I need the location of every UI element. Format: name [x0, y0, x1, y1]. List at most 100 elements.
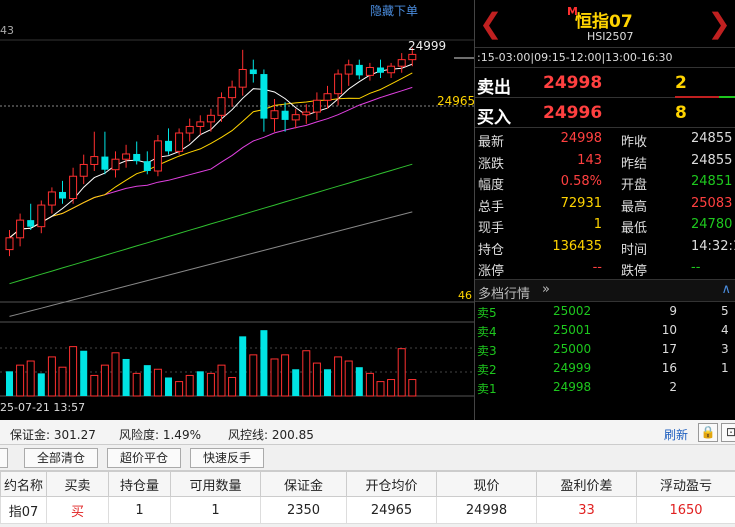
- bid-label: 买入: [477, 108, 511, 128]
- candle-body-up: [408, 53, 417, 61]
- stat-row: 幅度 0.58% 开盘 24851: [475, 171, 735, 193]
- contract-name: 恒指07: [575, 12, 633, 32]
- contract-code: HSI2507: [587, 30, 634, 43]
- depth-header[interactable]: 多档行情 » ∧: [475, 279, 735, 302]
- stat-label: 现手: [478, 221, 505, 236]
- volume-bar-down: [260, 330, 268, 396]
- volume-bar-down: [165, 377, 172, 396]
- stat-value: 24851: [691, 174, 733, 189]
- hide-order-link[interactable]: 隐藏下单: [370, 2, 418, 19]
- over-price-close-button[interactable]: 超价平仓: [107, 448, 181, 468]
- stat-label: 跌停: [621, 264, 648, 279]
- candle-body-up: [185, 125, 194, 134]
- candle-body-up: [111, 158, 120, 171]
- last-price-label: 24965: [437, 94, 474, 108]
- volume-bar-up: [153, 368, 162, 397]
- column-header[interactable]: 买卖: [46, 471, 109, 497]
- stat-row: 现手 1 最低 24780: [475, 214, 735, 236]
- high-price-label: 24999: [408, 39, 447, 53]
- column-header[interactable]: 盈利价差: [536, 471, 637, 497]
- control-line-value: 风控线: 200.85: [228, 428, 314, 442]
- depth-price: 25000: [553, 341, 592, 356]
- kline-chart[interactable]: 隐藏下单 43 24999 24965 46 25-07-21 13:57: [0, 0, 474, 420]
- stat-value: --: [691, 260, 701, 275]
- column-header[interactable]: 开仓均价: [346, 471, 437, 497]
- stat-value: 0.58%: [560, 174, 602, 189]
- column-header[interactable]: 浮动盈亏: [636, 471, 735, 497]
- stat-row: 涨跌 143 昨结 24855: [475, 150, 735, 172]
- collapse-depth-icon[interactable]: ∧: [721, 282, 731, 297]
- candle-body-up: [16, 219, 25, 239]
- volume-bar-up: [397, 348, 406, 397]
- lock-icon[interactable]: 🔒: [698, 423, 718, 442]
- depth-price: 24999: [553, 360, 592, 375]
- volume-bar-up: [111, 352, 120, 397]
- candle-body-down: [165, 140, 172, 152]
- candle-body-down: [27, 220, 35, 227]
- depth-row[interactable]: 卖3 25000 17 3: [475, 340, 735, 359]
- volume-bar-up: [228, 376, 237, 397]
- contract-header: ❮ M 恒指07 HSI2507 ❯: [475, 0, 735, 48]
- position-row[interactable]: 指07 买 1 1 2350 24965 24998 33 1650: [0, 496, 735, 524]
- quote-panel: ❮ M 恒指07 HSI2507 ❯ :15-03:00|09:15-12:00…: [474, 0, 735, 420]
- candle-body-up: [5, 237, 14, 251]
- column-header[interactable]: 可用数量: [170, 471, 261, 497]
- stat-row: 总手 72931 最高 25083: [475, 193, 735, 215]
- position-cell: 24998: [436, 496, 537, 524]
- positions-table: 约名称 买卖 持仓量 可用数量 保证金 开仓均价 现价 盈利价差 浮动盈亏 指07 买 1 1 2350…: [0, 471, 735, 524]
- stat-label: 持仓: [478, 242, 505, 258]
- volume-bar-up: [312, 362, 321, 397]
- expand-depth-icon[interactable]: »: [542, 282, 550, 297]
- volume-bar-up: [206, 372, 215, 397]
- refresh-link[interactable]: 刷新: [664, 426, 688, 443]
- depth-row[interactable]: 卖4 25001 10 4: [475, 321, 735, 340]
- volume-bar-up: [249, 354, 258, 397]
- candle-body-up: [69, 175, 78, 200]
- volume-bar-up: [281, 354, 290, 397]
- ask-quote-row[interactable]: 卖出 24998 2: [475, 68, 735, 98]
- prev-contract-arrow-icon[interactable]: ❮: [479, 10, 502, 38]
- window-toggle-icon[interactable]: ⊡: [721, 423, 735, 442]
- stat-value: 24998: [560, 131, 602, 146]
- depth-row[interactable]: 卖5 25002 9 5: [475, 302, 735, 321]
- margin-value: 保证金: 301.27: [10, 428, 96, 442]
- column-header[interactable]: 约名称: [0, 471, 47, 497]
- account-bar: 保证金: 301.27 风险度: 1.49% 风控线: 200.85 刷新 🔒 …: [0, 420, 735, 445]
- volume-bar-up: [365, 372, 374, 397]
- close-all-button[interactable]: 全部清仓: [24, 448, 98, 468]
- position-cell: 1650: [636, 496, 735, 524]
- candle-body-down: [281, 110, 289, 120]
- candle-body-up: [228, 86, 237, 99]
- depth-level-label: 卖1: [477, 381, 497, 396]
- next-contract-arrow-icon[interactable]: ❯: [708, 10, 731, 38]
- volume-bar-down: [239, 336, 247, 396]
- volume-bar-up: [69, 346, 78, 397]
- candle-body-up: [334, 73, 343, 95]
- stat-value: 14:32:14: [691, 238, 735, 254]
- positions-body: 指07 买 1 1 2350 24965 24998 33 1650: [0, 496, 735, 524]
- column-header[interactable]: 保证金: [260, 471, 347, 497]
- depth-row[interactable]: 卖2 24999 16 1: [475, 359, 735, 378]
- quick-reverse-button[interactable]: 快速反手: [190, 448, 264, 468]
- ma-yellow-line: [9, 72, 413, 239]
- position-cell: 买: [46, 496, 109, 524]
- volume-bar-down: [355, 367, 363, 396]
- depth-count: 3: [721, 341, 729, 356]
- positions-header-row: 约名称 买卖 持仓量 可用数量 保证金 开仓均价 现价 盈利价差 浮动盈亏: [0, 471, 735, 497]
- depth-quantity: 2: [669, 379, 677, 394]
- volume-bar-up: [185, 374, 194, 397]
- candle-body-up: [122, 153, 131, 160]
- trading-window: 隐藏下单 43 24999 24965 46 25-07-21 13:57 ❮ …: [0, 0, 735, 527]
- candle-body-up: [397, 59, 406, 67]
- ask-label: 卖出: [477, 78, 511, 98]
- column-header[interactable]: 现价: [436, 471, 537, 497]
- depth-row[interactable]: 卖1 24998 2: [475, 378, 735, 397]
- stat-label: 昨收: [621, 135, 648, 150]
- bid-quote-row[interactable]: 买入 24996 8: [475, 98, 735, 128]
- stat-label: 时间: [621, 242, 648, 258]
- column-header[interactable]: 持仓量: [108, 471, 171, 497]
- volume-bar-up: [16, 364, 25, 397]
- depth-level-label: 卖5: [477, 305, 497, 320]
- stat-label: 最低: [621, 221, 648, 236]
- action-bar-edge-button[interactable]: [0, 448, 8, 468]
